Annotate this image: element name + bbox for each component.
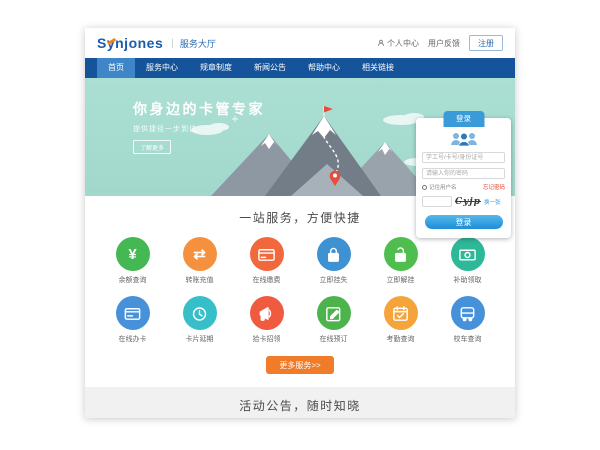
card-clock-icon [183, 296, 217, 330]
service-label: 立即解挂 [367, 275, 434, 285]
hero-cta-button[interactable]: 了解更多 [133, 140, 171, 154]
service-label: 考勤查询 [367, 334, 434, 344]
page-canvas: Synjones | 服务大厅 个人中心 用户反馈 注册 首页服务中心规章制度新… [0, 0, 600, 450]
service-item-4[interactable]: 立即解挂 [367, 237, 434, 285]
service-item-8[interactable]: 拾卡招领 [233, 296, 300, 344]
bus-icon [451, 296, 485, 330]
lock-icon [317, 237, 351, 271]
login-submit-button[interactable]: 登录 [425, 215, 503, 229]
nav-item-2[interactable]: 规章制度 [189, 58, 243, 78]
service-label: 在线办卡 [99, 334, 166, 344]
login-panel: 登录 记住用户名 忘记密码 Cyjp 换一张 [416, 118, 511, 238]
services-grid: ¥ 余额查询 ⇄ 转账充值在线缴费立即挂失立即解挂补助领取在线办卡卡片延期拾卡招领在线… [99, 237, 501, 344]
transfer-icon: ⇄ [183, 237, 217, 271]
captcha-input[interactable] [422, 196, 452, 207]
announcements-title: 活动公告，随时知晓 [95, 397, 505, 414]
card-new-icon [116, 296, 150, 330]
register-button[interactable]: 注册 [469, 35, 503, 51]
feedback-link[interactable]: 用户反馈 [428, 38, 460, 49]
service-item-10[interactable]: 考勤查询 [367, 296, 434, 344]
hero-title: 你身边的卡管专家 [133, 99, 265, 119]
service-item-2[interactable]: 在线缴费 [233, 237, 300, 285]
nav-item-5[interactable]: 相关链接 [351, 58, 405, 78]
service-item-3[interactable]: 立即挂失 [300, 237, 367, 285]
service-item-1[interactable]: ⇄ 转账充值 [166, 237, 233, 285]
remember-label: 记住用户名 [429, 183, 457, 191]
logo: Synjones [97, 35, 163, 51]
nav-item-4[interactable]: 帮助中心 [297, 58, 351, 78]
hero-copy: 你身边的卡管专家 提供捷径一步到位 了解更多 [133, 99, 265, 155]
header-divider: | [171, 38, 174, 49]
top-header: Synjones | 服务大厅 个人中心 用户反馈 注册 [85, 28, 515, 58]
remember-row: 记住用户名 忘记密码 [422, 183, 505, 191]
service-item-11[interactable]: 校车查询 [434, 296, 501, 344]
service-item-5[interactable]: 补助领取 [434, 237, 501, 285]
service-label: 在线缴费 [233, 275, 300, 285]
personal-center-label: 个人中心 [387, 38, 419, 49]
yen-icon: ¥ [116, 237, 150, 271]
service-label: 在线预订 [300, 334, 367, 344]
password-input[interactable] [422, 168, 505, 179]
users-group-icon [449, 131, 479, 147]
service-label: 余额查询 [99, 275, 166, 285]
unlock-icon [384, 237, 418, 271]
service-label: 校车查询 [434, 334, 501, 344]
site-mockup: Synjones | 服务大厅 个人中心 用户反馈 注册 首页服务中心规章制度新… [85, 28, 515, 418]
service-item-9[interactable]: 在线预订 [300, 296, 367, 344]
feedback-label: 用户反馈 [428, 38, 460, 49]
person-icon [377, 39, 385, 47]
captcha-row: Cyjp 换一张 [422, 196, 505, 207]
card-pay-icon [250, 237, 284, 271]
remember-checkbox[interactable] [422, 185, 427, 190]
edit-icon [317, 296, 351, 330]
change-captcha-link[interactable]: 换一张 [484, 198, 501, 206]
megaphone-icon [250, 296, 284, 330]
service-label: 卡片延期 [166, 334, 233, 344]
service-item-7[interactable]: 卡片延期 [166, 296, 233, 344]
service-label: 补助领取 [434, 275, 501, 285]
service-label: 拾卡招领 [233, 334, 300, 344]
main-nav: 首页服务中心规章制度新闻公告帮助中心相关链接 [85, 58, 515, 78]
more-services-button[interactable]: 更多服务>> [266, 356, 333, 374]
logo-text: Synjones [97, 35, 163, 51]
hero-banner: 你身边的卡管专家 提供捷径一步到位 了解更多 [85, 78, 515, 196]
service-label: 转账充值 [166, 275, 233, 285]
site-name: 服务大厅 [180, 37, 216, 50]
hero-subtitle: 提供捷径一步到位 [133, 124, 265, 134]
header-right: 个人中心 用户反馈 注册 [377, 35, 503, 51]
attendance-icon [384, 296, 418, 330]
login-tab[interactable]: 登录 [443, 111, 484, 127]
nav-item-3[interactable]: 新闻公告 [243, 58, 297, 78]
forgot-password-link[interactable]: 忘记密码 [483, 183, 505, 191]
captcha-image: Cyjp [455, 197, 481, 207]
nav-item-1[interactable]: 服务中心 [135, 58, 189, 78]
announcements-section: 活动公告，随时知晓 使用须知 最新公告 更多>> 使用指南 更多>> [85, 387, 515, 418]
personal-center-link[interactable]: 个人中心 [377, 38, 419, 49]
service-item-6[interactable]: 在线办卡 [99, 296, 166, 344]
account-input[interactable] [422, 152, 505, 163]
banknote-icon [451, 237, 485, 271]
nav-item-0[interactable]: 首页 [97, 58, 135, 78]
service-label: 立即挂失 [300, 275, 367, 285]
service-item-0[interactable]: ¥ 余额查询 [99, 237, 166, 285]
